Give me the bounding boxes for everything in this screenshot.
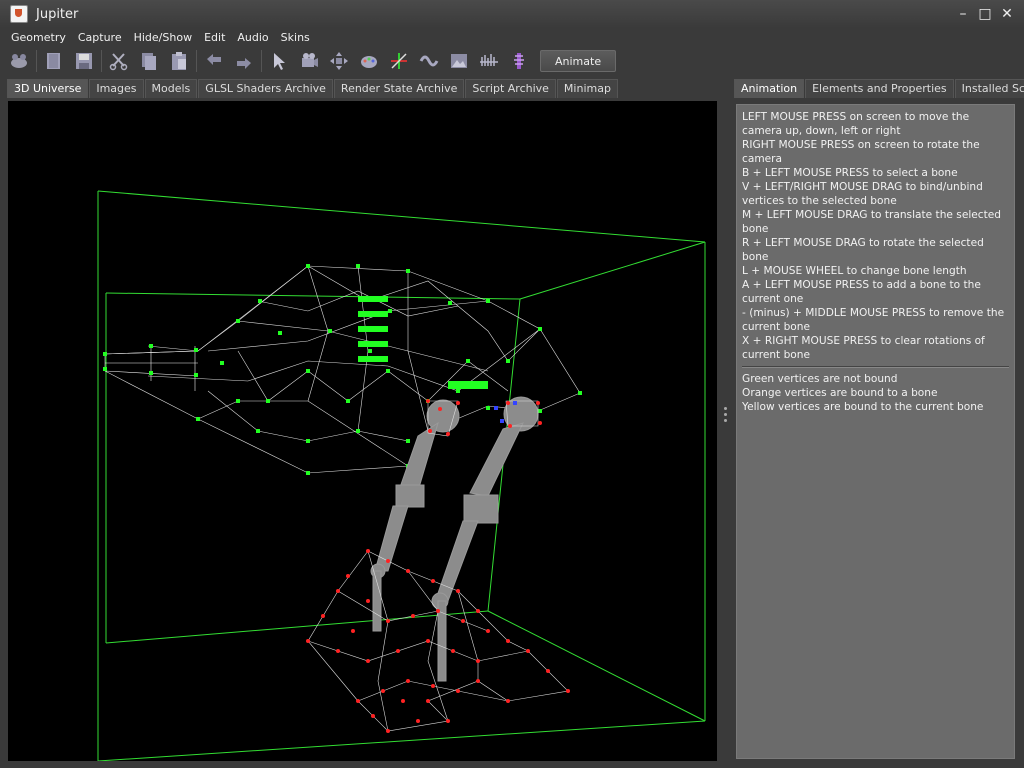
purple-spine-icon xyxy=(514,53,524,69)
bounding-box xyxy=(97,190,706,761)
panel-splitter-handle[interactable] xyxy=(722,404,728,432)
tab-minimap[interactable]: Minimap xyxy=(556,79,618,98)
creature-icon xyxy=(11,54,27,68)
legend-item: Orange vertices are bound to a bone xyxy=(742,387,938,399)
java-app-icon xyxy=(10,5,28,23)
move-tool-button[interactable] xyxy=(326,49,352,73)
viewport-tabs: 3D Universe Images Models GLSL Shaders A… xyxy=(7,79,619,98)
move-arrows-icon xyxy=(330,52,348,70)
help-instruction: V + LEFT/RIGHT MOUSE DRAG to bind/unbind… xyxy=(742,181,983,207)
undo-arrow-icon xyxy=(207,54,221,65)
equalizer-icon xyxy=(480,54,498,66)
tab-script-archive[interactable]: Script Archive xyxy=(465,79,556,98)
tab-installed-scripts[interactable]: Installed Scripts xyxy=(954,79,1024,98)
help-instruction: - (minus) + MIDDLE MOUSE PRESS to remove… xyxy=(742,307,1005,333)
open-button[interactable] xyxy=(41,49,67,73)
bound-vertices xyxy=(306,399,570,733)
leg-bones xyxy=(370,396,539,682)
menu-edit[interactable]: Edit xyxy=(198,31,231,44)
paste-button[interactable] xyxy=(166,49,192,73)
image-tool-button[interactable] xyxy=(446,49,472,73)
3d-viewport[interactable] xyxy=(8,101,717,761)
clipboard-icon xyxy=(172,52,186,70)
help-instruction: B + LEFT MOUSE PRESS to select a bone xyxy=(742,167,958,179)
toolbar-separator xyxy=(101,50,102,72)
help-instruction: R + LEFT MOUSE DRAG to rotate the select… xyxy=(742,237,984,263)
scissors-icon xyxy=(109,53,128,71)
window-title: Jupiter xyxy=(36,6,79,22)
close-button[interactable]: ✕ xyxy=(996,4,1018,24)
audio-tool-button[interactable] xyxy=(476,49,502,73)
book-icon xyxy=(47,53,60,69)
palette-icon xyxy=(361,56,377,68)
menu-bar: Geometry Capture Hide/Show Edit Audio Sk… xyxy=(0,28,1024,46)
axis-icon xyxy=(391,53,407,69)
cut-button[interactable] xyxy=(106,49,132,73)
toolbar-separator xyxy=(196,50,197,72)
minimize-button[interactable]: – xyxy=(952,4,974,24)
window-controls: – □ ✕ xyxy=(952,4,1018,24)
tab-models[interactable]: Models xyxy=(144,79,198,98)
tab-render-state-archive[interactable]: Render State Archive xyxy=(333,79,465,98)
menu-geometry[interactable]: Geometry xyxy=(0,31,72,44)
camera-icon xyxy=(302,53,318,67)
pointer-icon xyxy=(274,53,285,70)
help-instruction: A + LEFT MOUSE PRESS to add a bone to th… xyxy=(742,279,981,305)
help-divider xyxy=(742,366,1009,368)
toolbar-separator xyxy=(261,50,262,72)
menu-skins[interactable]: Skins xyxy=(275,31,316,44)
animate-button[interactable]: Animate xyxy=(540,50,617,72)
toolbar: Animate xyxy=(0,46,1024,76)
tab-glsl-shaders-archive[interactable]: GLSL Shaders Archive xyxy=(198,79,333,98)
new-model-button[interactable] xyxy=(6,49,32,73)
help-instruction: X + RIGHT MOUSE PRESS to clear rotations… xyxy=(742,335,985,361)
legend-item: Green vertices are not bound xyxy=(742,373,898,385)
menu-hide-show[interactable]: Hide/Show xyxy=(128,31,198,44)
toolbar-separator xyxy=(36,50,37,72)
script-tool-button[interactable] xyxy=(506,49,532,73)
help-instruction: M + LEFT MOUSE DRAG to translate the sel… xyxy=(742,209,1002,235)
tab-animation[interactable]: Animation xyxy=(734,79,805,98)
help-instruction: RIGHT MOUSE PRESS on screen to rotate th… xyxy=(742,139,980,165)
redo-button[interactable] xyxy=(231,49,257,73)
menu-audio[interactable]: Audio xyxy=(231,31,274,44)
landscape-image-icon xyxy=(451,54,467,68)
help-instruction: L + MOUSE WHEEL to change bone length xyxy=(742,265,967,277)
camera-tool-button[interactable] xyxy=(296,49,322,73)
wave-tool-button[interactable] xyxy=(416,49,442,73)
save-button[interactable] xyxy=(71,49,97,73)
floppy-icon xyxy=(76,53,92,69)
tab-images[interactable]: Images xyxy=(89,79,144,98)
wave-icon xyxy=(419,55,439,67)
redo-arrow-icon xyxy=(237,58,251,69)
undo-button[interactable] xyxy=(201,49,227,73)
tab-elements-and-properties[interactable]: Elements and Properties xyxy=(805,79,954,98)
axis-tool-button[interactable] xyxy=(386,49,412,73)
wireframe-scene[interactable] xyxy=(8,101,717,761)
title-bar: Jupiter – □ ✕ xyxy=(0,0,1024,28)
tab-3d-universe[interactable]: 3D Universe xyxy=(7,79,89,98)
animation-help-panel: LEFT MOUSE PRESS on screen to move the c… xyxy=(736,104,1015,759)
maximize-button[interactable]: □ xyxy=(974,4,996,24)
help-instruction: LEFT MOUSE PRESS on screen to move the c… xyxy=(742,111,970,137)
copy-icon xyxy=(142,53,156,70)
panel-tabs: Animation Elements and Properties Instal… xyxy=(734,79,1024,98)
cannon-barrel-wireframe xyxy=(104,346,199,391)
legend-item: Yellow vertices are bound to the current… xyxy=(742,401,984,413)
select-tool-button[interactable] xyxy=(266,49,292,73)
menu-capture[interactable]: Capture xyxy=(72,31,128,44)
paint-tool-button[interactable] xyxy=(356,49,382,73)
copy-button[interactable] xyxy=(136,49,162,73)
